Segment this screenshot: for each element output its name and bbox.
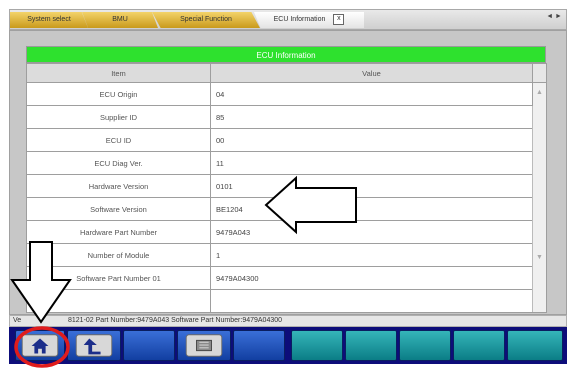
tab-special-function[interactable]: Special Function: [152, 12, 260, 28]
table-row[interactable]: Software Part Number 01 9479A04300: [26, 266, 547, 290]
row-value: 04: [210, 82, 533, 106]
function-button-5[interactable]: [233, 330, 285, 361]
row-item: Hardware Version: [26, 174, 211, 198]
tab-ecu-information-label: ECU Information: [273, 16, 326, 23]
tab-scroll-arrows[interactable]: ◄ ►: [546, 13, 562, 20]
ecu-icon: [185, 334, 223, 357]
row-item: Number of Module: [26, 243, 211, 267]
app-window: System select BMU Special Function ECU I…: [0, 0, 576, 369]
function-button-10[interactable]: [507, 330, 563, 361]
table-title: ECU Information: [26, 46, 546, 63]
tab-close-icon[interactable]: x: [333, 13, 345, 25]
back-arrow-icon: [75, 334, 113, 357]
row-value: 9479A04300: [210, 266, 533, 290]
table-scrollbar[interactable]: ▲ ▼: [532, 82, 547, 313]
row-item: Hardware Part Number: [26, 220, 211, 244]
table-row[interactable]: Number of Module 1: [26, 243, 547, 267]
scrollbar-header: [532, 63, 547, 83]
row-value: 00: [210, 128, 533, 152]
row-item: ECU Diag Ver.: [26, 151, 211, 175]
home-icon: [21, 334, 59, 357]
row-item: Software Version: [26, 197, 211, 221]
table-row[interactable]: Software Version BE1204: [26, 197, 547, 221]
ecu-information-table: ECU Information Item Value ECU Origin 04…: [26, 46, 547, 313]
row-value: 85: [210, 105, 533, 129]
row-value: [210, 289, 533, 313]
row-value: BE1204: [210, 197, 533, 221]
row-item: [26, 289, 211, 313]
tab-system-select[interactable]: System select: [10, 12, 88, 28]
function-button-7[interactable]: [345, 330, 397, 361]
row-item: ECU ID: [26, 128, 211, 152]
column-header-item: Item: [26, 63, 211, 83]
row-value: 9479A043: [210, 220, 533, 244]
table-row[interactable]: Hardware Version 0101: [26, 174, 547, 198]
function-button-9[interactable]: [453, 330, 505, 361]
scroll-down-icon[interactable]: ▼: [533, 254, 546, 261]
column-header-value: Value: [210, 63, 533, 83]
table-row[interactable]: Supplier ID 85: [26, 105, 547, 129]
row-item: ECU Origin: [26, 82, 211, 106]
row-value: 1: [210, 243, 533, 267]
home-button[interactable]: [15, 330, 65, 361]
row-value: 11: [210, 151, 533, 175]
row-item: Supplier ID: [26, 105, 211, 129]
table-row[interactable]: ECU ID 00: [26, 128, 547, 152]
row-value: 0101: [210, 174, 533, 198]
table-row[interactable]: Hardware Part Number 9479A043: [26, 220, 547, 244]
function-button-6[interactable]: [291, 330, 343, 361]
tab-bmu[interactable]: BMU: [82, 12, 158, 28]
table-row[interactable]: [26, 289, 547, 313]
tab-ecu-information[interactable]: ECU Information x: [254, 12, 364, 28]
back-button[interactable]: [67, 330, 121, 361]
status-text: 8121-02 Part Number:9479A043 Software Pa…: [68, 317, 283, 324]
status-prefix: Ve: [13, 317, 22, 324]
function-button-8[interactable]: [399, 330, 451, 361]
scroll-up-icon[interactable]: ▲: [533, 89, 546, 96]
ecu-button[interactable]: [177, 330, 231, 361]
tab-bar: System select BMU Special Function ECU I…: [9, 9, 567, 30]
status-line: Ve 8121-02 Part Number:9479A043 Software…: [9, 315, 567, 327]
row-item: Software Part Number 01: [26, 266, 211, 290]
table-row[interactable]: ECU Origin 04 ▲ ▼: [26, 82, 547, 313]
function-button-3[interactable]: [123, 330, 175, 361]
bottom-button-bar: [9, 327, 567, 364]
table-row[interactable]: ECU Diag Ver. 11: [26, 151, 547, 175]
